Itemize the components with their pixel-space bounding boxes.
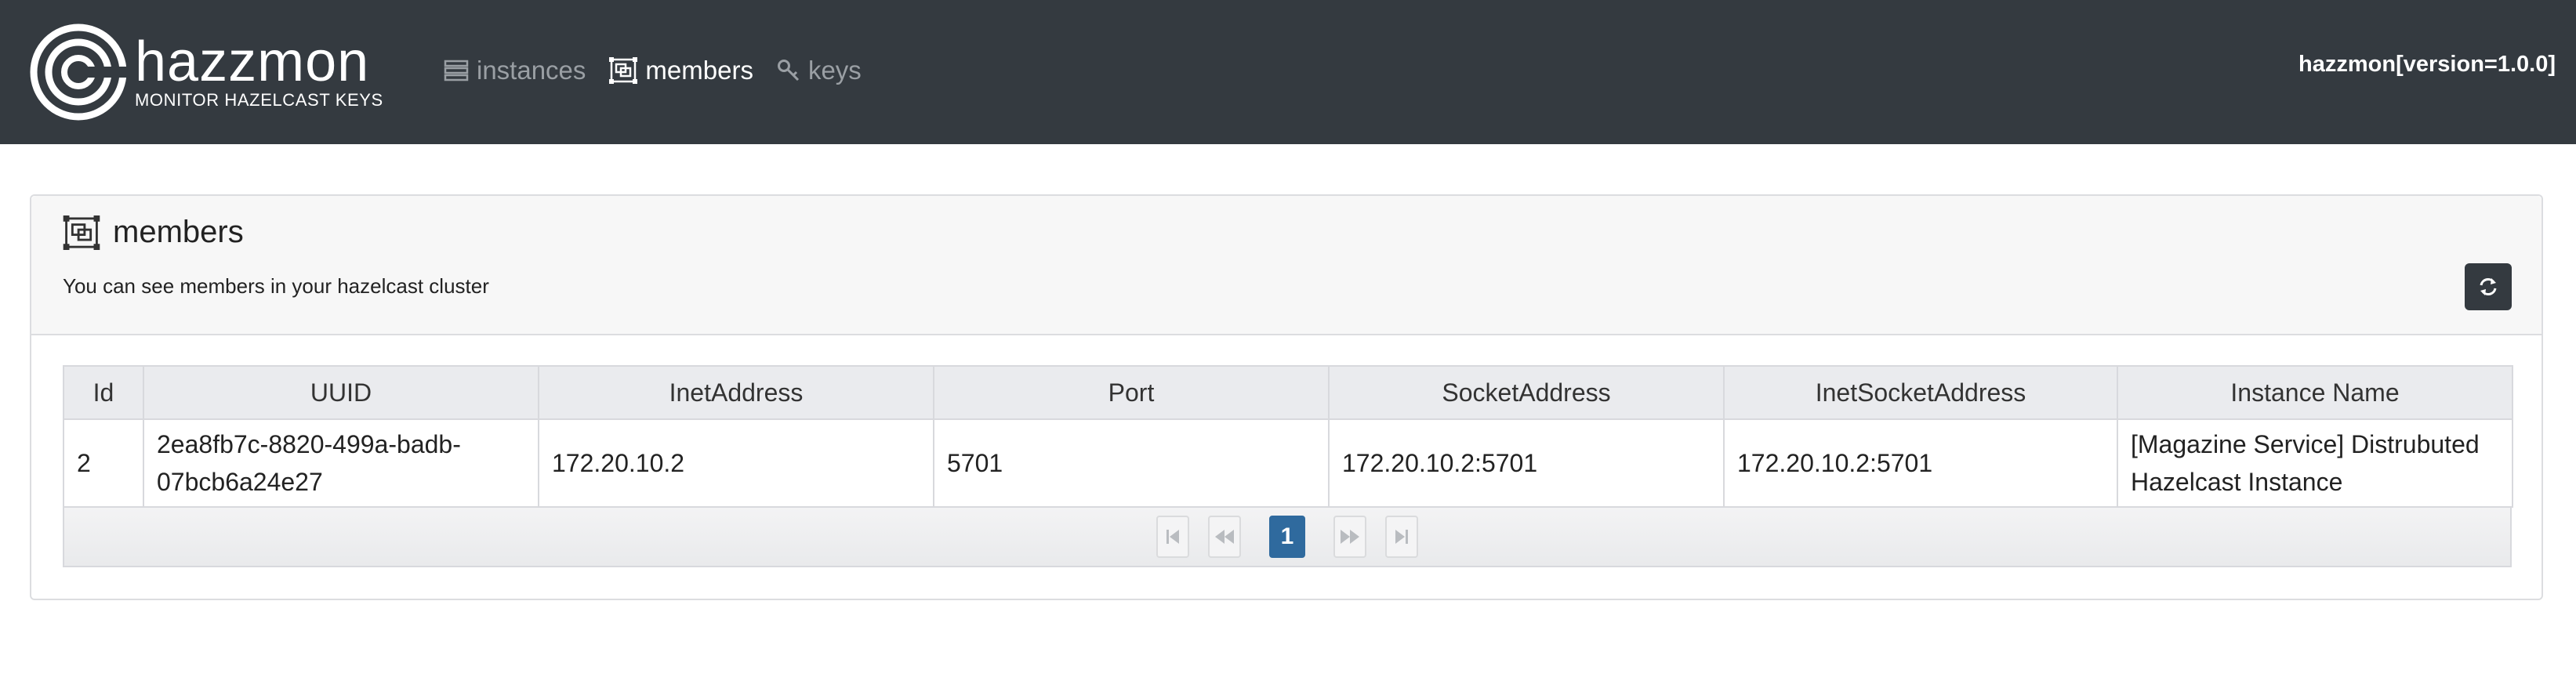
- cell-inetsocketaddress: 172.20.10.2:5701: [1723, 418, 2118, 508]
- first-page-button[interactable]: [1156, 516, 1189, 558]
- refresh-button[interactable]: [2465, 263, 2512, 310]
- page-button-current[interactable]: 1: [1269, 516, 1305, 558]
- members-card: members You can see members in your haze…: [30, 194, 2543, 600]
- column-header-uuid[interactable]: UUID: [143, 365, 539, 420]
- brand-subtitle: MONITOR HAZELCAST KEYS: [135, 90, 383, 110]
- refresh-icon: [2480, 278, 2497, 295]
- card-description: You can see members in your hazelcast cl…: [63, 274, 489, 298]
- nav-item-members[interactable]: members: [609, 56, 753, 85]
- server-icon: [444, 60, 469, 81]
- cell-port: 5701: [933, 418, 1330, 508]
- main-nav: instances members keys: [444, 49, 885, 92]
- cell-instance-name: [Magazine Service] Distrubuted Hazelcast…: [2117, 418, 2513, 508]
- hazzmon-logo-icon: [30, 24, 127, 121]
- nav-item-keys[interactable]: keys: [777, 56, 862, 85]
- top-navbar: hazzmon MONITOR HAZELCAST KEYS instances: [0, 0, 2576, 144]
- next-page-button[interactable]: [1333, 516, 1366, 558]
- nav-item-label: keys: [807, 56, 862, 85]
- column-header-inetaddress[interactable]: InetAddress: [538, 365, 934, 420]
- prev-page-icon: [1215, 530, 1234, 544]
- last-page-button[interactable]: [1385, 516, 1418, 558]
- next-page-icon: [1341, 530, 1359, 544]
- members-table: Id UUID InetAddress Port SocketAddress I…: [63, 365, 2513, 508]
- card-header: members You can see members in your haze…: [31, 196, 2542, 335]
- card-title-text: members: [113, 215, 244, 249]
- cell-id: 2: [63, 418, 144, 508]
- nav-item-label: members: [645, 56, 753, 85]
- table-header-row: Id UUID InetAddress Port SocketAddress I…: [63, 365, 2513, 420]
- column-header-id[interactable]: Id: [63, 365, 144, 420]
- column-header-port[interactable]: Port: [933, 365, 1330, 420]
- cell-inetaddress: 172.20.10.2: [538, 418, 934, 508]
- cell-socketaddress: 172.20.10.2:5701: [1328, 418, 1725, 508]
- column-header-inetsocketaddress[interactable]: InetSocketAddress: [1723, 365, 2118, 420]
- key-icon: [777, 60, 800, 81]
- card-title: members: [63, 215, 244, 250]
- column-header-instance-name[interactable]: Instance Name: [2117, 365, 2513, 420]
- version-label: hazzmon[version=1.0.0]: [2298, 52, 2556, 77]
- members-icon: [63, 215, 100, 250]
- members-table-wrapper: Id UUID InetAddress Port SocketAddress I…: [63, 365, 2513, 567]
- prev-page-button[interactable]: [1208, 516, 1241, 558]
- nav-item-label: instances: [477, 56, 586, 85]
- brand-name: hazzmon: [135, 31, 370, 93]
- brand[interactable]: hazzmon MONITOR HAZELCAST KEYS: [30, 24, 383, 121]
- first-page-icon: [1166, 530, 1179, 544]
- column-header-socketaddress[interactable]: SocketAddress: [1328, 365, 1725, 420]
- nav-item-instances[interactable]: instances: [444, 56, 586, 85]
- table-row[interactable]: 2 2ea8fb7c-8820-499a-badb-07bcb6a24e27 1…: [63, 418, 2513, 508]
- pagination: 1: [63, 508, 2512, 567]
- last-page-icon: [1395, 530, 1408, 544]
- members-icon: [609, 57, 638, 84]
- cell-uuid: 2ea8fb7c-8820-499a-badb-07bcb6a24e27: [143, 418, 539, 508]
